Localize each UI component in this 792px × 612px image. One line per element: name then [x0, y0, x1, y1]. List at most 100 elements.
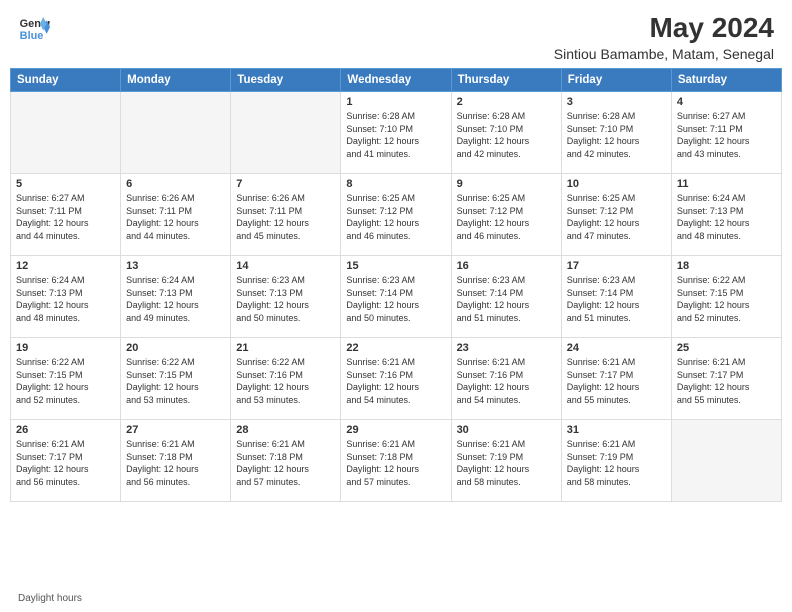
header: General Blue May 2024 Sintiou Bamambe, M…: [0, 0, 792, 68]
day-number: 12: [16, 260, 115, 272]
day-cell: [11, 92, 121, 174]
day-number: 17: [567, 260, 666, 272]
day-cell: 3 Sunrise: 6:28 AMSunset: 7:10 PMDaylight…: [561, 92, 671, 174]
day-number: 29: [346, 424, 445, 436]
main-title: May 2024: [554, 12, 774, 44]
day-info: Sunrise: 6:21 AMSunset: 7:16 PMDaylight:…: [346, 356, 445, 406]
day-number: 9: [457, 178, 556, 190]
day-number: 23: [457, 342, 556, 354]
day-cell: 15 Sunrise: 6:23 AMSunset: 7:14 PMDayligh…: [341, 256, 451, 338]
day-cell: 24 Sunrise: 6:21 AMSunset: 7:17 PMDayligh…: [561, 338, 671, 420]
day-number: 19: [16, 342, 115, 354]
day-number: 4: [677, 96, 776, 108]
day-info: Sunrise: 6:21 AMSunset: 7:17 PMDaylight:…: [567, 356, 666, 406]
day-cell: 31 Sunrise: 6:21 AMSunset: 7:19 PMDayligh…: [561, 420, 671, 502]
day-info: Sunrise: 6:22 AMSunset: 7:15 PMDaylight:…: [16, 356, 115, 406]
day-number: 22: [346, 342, 445, 354]
day-cell: 8 Sunrise: 6:25 AMSunset: 7:12 PMDaylight…: [341, 174, 451, 256]
day-cell: 25Sunrise: 6:21 AMSunset: 7:17 PMDayligh…: [671, 338, 781, 420]
day-info: Sunrise: 6:27 AMSunset: 7:11 PMDaylight:…: [16, 192, 115, 242]
day-cell: 10 Sunrise: 6:25 AMSunset: 7:12 PMDayligh…: [561, 174, 671, 256]
day-number: 31: [567, 424, 666, 436]
day-info: Sunrise: 6:25 AMSunset: 7:12 PMDaylight:…: [567, 192, 666, 242]
day-info: Sunrise: 6:28 AMSunset: 7:10 PMDaylight:…: [567, 110, 666, 160]
day-number: 15: [346, 260, 445, 272]
day-number: 3: [567, 96, 666, 108]
week-row-5: 26 Sunrise: 6:21 AMSunset: 7:17 PMDayligh…: [11, 420, 782, 502]
week-row-3: 12 Sunrise: 6:24 AMSunset: 7:13 PMDayligh…: [11, 256, 782, 338]
day-info: Sunrise: 6:23 AMSunset: 7:14 PMDaylight:…: [346, 274, 445, 324]
day-info: Sunrise: 6:25 AMSunset: 7:12 PMDaylight:…: [346, 192, 445, 242]
day-info: Sunrise: 6:26 AMSunset: 7:11 PMDaylight:…: [236, 192, 335, 242]
col-header-sunday: Sunday: [11, 69, 121, 92]
week-row-2: 5 Sunrise: 6:27 AMSunset: 7:11 PMDaylight…: [11, 174, 782, 256]
day-cell: [231, 92, 341, 174]
day-number: 7: [236, 178, 335, 190]
col-header-saturday: Saturday: [671, 69, 781, 92]
calendar: SundayMondayTuesdayWednesdayThursdayFrid…: [0, 68, 792, 589]
day-info: Sunrise: 6:21 AMSunset: 7:17 PMDaylight:…: [16, 438, 115, 488]
day-number: 27: [126, 424, 225, 436]
col-header-tuesday: Tuesday: [231, 69, 341, 92]
day-cell: 23 Sunrise: 6:21 AMSunset: 7:16 PMDayligh…: [451, 338, 561, 420]
day-cell: [121, 92, 231, 174]
svg-text:Blue: Blue: [20, 30, 44, 42]
day-cell: 11Sunrise: 6:24 AMSunset: 7:13 PMDayligh…: [671, 174, 781, 256]
day-number: 14: [236, 260, 335, 272]
day-info: Sunrise: 6:23 AMSunset: 7:13 PMDaylight:…: [236, 274, 335, 324]
day-cell: 17 Sunrise: 6:23 AMSunset: 7:14 PMDayligh…: [561, 256, 671, 338]
header-row: SundayMondayTuesdayWednesdayThursdayFrid…: [11, 69, 782, 92]
day-cell: 27 Sunrise: 6:21 AMSunset: 7:18 PMDayligh…: [121, 420, 231, 502]
day-info: Sunrise: 6:21 AMSunset: 7:18 PMDaylight:…: [236, 438, 335, 488]
day-number: 8: [346, 178, 445, 190]
day-info: Sunrise: 6:22 AMSunset: 7:15 PMDaylight:…: [677, 274, 776, 324]
day-number: 30: [457, 424, 556, 436]
day-info: Sunrise: 6:24 AMSunset: 7:13 PMDaylight:…: [126, 274, 225, 324]
day-number: 6: [126, 178, 225, 190]
title-block: May 2024 Sintiou Bamambe, Matam, Senegal: [554, 12, 774, 62]
day-cell: 26 Sunrise: 6:21 AMSunset: 7:17 PMDayligh…: [11, 420, 121, 502]
day-cell: 12Sunrise: 6:24 AMSunset: 7:13 PMDayligh…: [11, 256, 121, 338]
day-number: 1: [346, 96, 445, 108]
col-header-monday: Monday: [121, 69, 231, 92]
day-info: Sunrise: 6:21 AMSunset: 7:16 PMDaylight:…: [457, 356, 556, 406]
day-info: Sunrise: 6:21 AMSunset: 7:19 PMDaylight:…: [457, 438, 556, 488]
col-header-thursday: Thursday: [451, 69, 561, 92]
day-cell: 18Sunrise: 6:22 AMSunset: 7:15 PMDayligh…: [671, 256, 781, 338]
day-cell: 1Sunrise: 6:28 AMSunset: 7:10 PMDaylight…: [341, 92, 451, 174]
logo: General Blue: [18, 12, 50, 44]
day-cell: 16Sunrise: 6:23 AMSunset: 7:14 PMDayligh…: [451, 256, 561, 338]
day-info: Sunrise: 6:22 AMSunset: 7:15 PMDaylight:…: [126, 356, 225, 406]
day-info: Sunrise: 6:25 AMSunset: 7:12 PMDaylight:…: [457, 192, 556, 242]
day-number: 5: [16, 178, 115, 190]
day-cell: 28 Sunrise: 6:21 AMSunset: 7:18 PMDayligh…: [231, 420, 341, 502]
day-cell: 4 Sunrise: 6:27 AMSunset: 7:11 PMDaylight…: [671, 92, 781, 174]
day-cell: [671, 420, 781, 502]
day-info: Sunrise: 6:21 AMSunset: 7:17 PMDaylight:…: [677, 356, 776, 406]
day-info: Sunrise: 6:21 AMSunset: 7:18 PMDaylight:…: [126, 438, 225, 488]
day-cell: 9 Sunrise: 6:25 AMSunset: 7:12 PMDaylight…: [451, 174, 561, 256]
col-header-friday: Friday: [561, 69, 671, 92]
day-info: Sunrise: 6:24 AMSunset: 7:13 PMDaylight:…: [677, 192, 776, 242]
day-cell: 21 Sunrise: 6:22 AMSunset: 7:16 PMDayligh…: [231, 338, 341, 420]
day-info: Sunrise: 6:21 AMSunset: 7:19 PMDaylight:…: [567, 438, 666, 488]
day-cell: 6Sunrise: 6:26 AMSunset: 7:11 PMDaylight…: [121, 174, 231, 256]
day-number: 2: [457, 96, 556, 108]
day-cell: 5 Sunrise: 6:27 AMSunset: 7:11 PMDaylight…: [11, 174, 121, 256]
day-cell: 14 Sunrise: 6:23 AMSunset: 7:13 PMDayligh…: [231, 256, 341, 338]
day-info: Sunrise: 6:22 AMSunset: 7:16 PMDaylight:…: [236, 356, 335, 406]
day-number: 28: [236, 424, 335, 436]
day-number: 26: [16, 424, 115, 436]
day-cell: 20Sunrise: 6:22 AMSunset: 7:15 PMDayligh…: [121, 338, 231, 420]
daylight-label: Daylight hours: [18, 593, 82, 604]
day-info: Sunrise: 6:27 AMSunset: 7:11 PMDaylight:…: [677, 110, 776, 160]
day-number: 10: [567, 178, 666, 190]
subtitle: Sintiou Bamambe, Matam, Senegal: [554, 46, 774, 62]
day-cell: 13Sunrise: 6:24 AMSunset: 7:13 PMDayligh…: [121, 256, 231, 338]
col-header-wednesday: Wednesday: [341, 69, 451, 92]
day-number: 21: [236, 342, 335, 354]
day-info: Sunrise: 6:23 AMSunset: 7:14 PMDaylight:…: [567, 274, 666, 324]
week-row-1: 1 Sunrise: 6:28 AMSunset: 7:10 PMDaylight…: [11, 92, 782, 174]
day-number: 24: [567, 342, 666, 354]
day-info: Sunrise: 6:21 AMSunset: 7:18 PMDaylight:…: [346, 438, 445, 488]
